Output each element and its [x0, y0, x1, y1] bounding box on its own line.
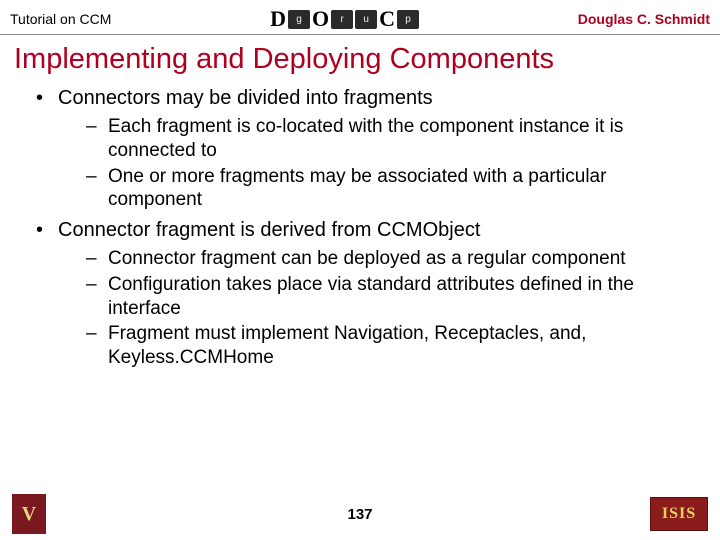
bullet-2-sub-1: Connector fragment can be deployed as a … — [86, 247, 696, 271]
logo-box-u: u — [355, 10, 377, 29]
bullet-2: Connector fragment is derived from CCMOb… — [36, 218, 696, 370]
logo-box-p: p — [397, 10, 419, 29]
isis-logo: ISIS — [650, 497, 708, 531]
logo-box-g: g — [288, 10, 310, 29]
bullet-2-sub-3: Fragment must implement Navigation, Rece… — [86, 322, 696, 370]
bullet-2-sub-2: Configuration takes place via standard a… — [86, 273, 696, 321]
logo-letter-c: C — [379, 6, 395, 32]
header-author: Douglas C. Schmidt — [578, 11, 710, 27]
vanderbilt-logo — [12, 494, 46, 534]
bullet-1-sub-2: One or more fragments may be associated … — [86, 165, 696, 213]
logo-box-r: r — [331, 10, 353, 29]
logo-letter-o: O — [312, 6, 329, 32]
slide-footer: 137 ISIS — [0, 494, 720, 540]
bullet-2-text: Connector fragment is derived from CCMOb… — [58, 219, 480, 241]
slide-header: Tutorial on CCM D g O r u C p Douglas C.… — [0, 0, 720, 35]
slide-body: Connectors may be divided into fragments… — [0, 82, 720, 370]
slide-title: Implementing and Deploying Components — [0, 35, 720, 82]
page-number: 137 — [347, 506, 372, 523]
doc-group-logo: D g O r u C p — [270, 6, 419, 32]
bullet-1: Connectors may be divided into fragments… — [36, 86, 696, 212]
logo-letter-d: D — [270, 6, 286, 32]
header-left-text: Tutorial on CCM — [10, 11, 111, 27]
bullet-1-text: Connectors may be divided into fragments — [58, 87, 433, 109]
bullet-1-sub-1: Each fragment is co-located with the com… — [86, 115, 696, 163]
